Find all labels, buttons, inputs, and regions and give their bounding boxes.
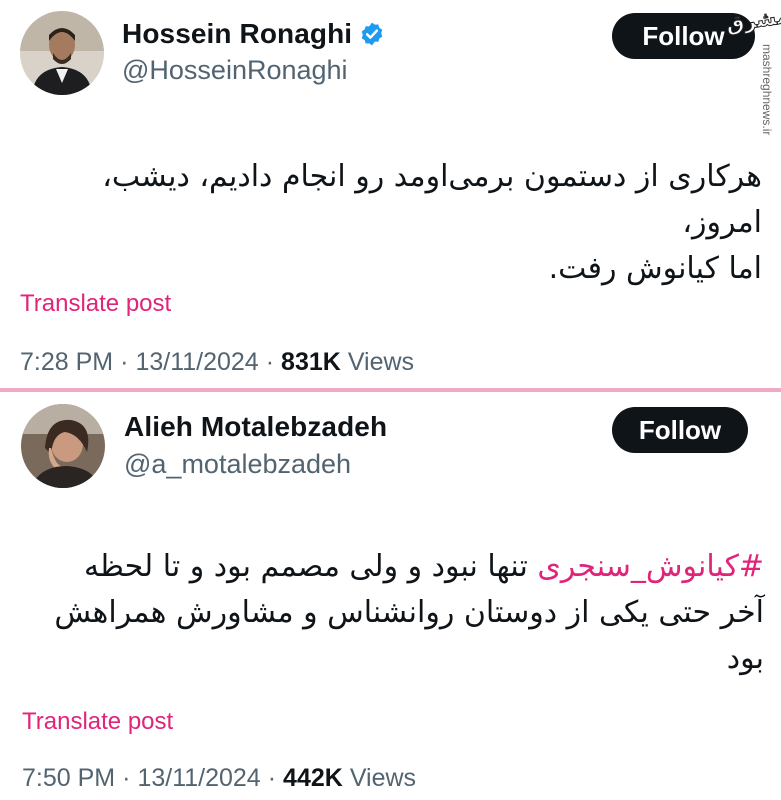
watermark-logo: مشرق	[724, 3, 781, 37]
tweet-text-line: #کیانوش_سنجری تنها نبود و ولی مصمم بود و…	[22, 544, 764, 590]
tweet-meta: 7:28 PM · 13/11/2024 · 831K Views	[20, 348, 414, 377]
meta-separator: ·	[120, 348, 129, 376]
translate-post-link[interactable]: Translate post	[20, 290, 171, 318]
tweet-text-line: هرکاری از دستمون برمی‌اومد رو انجام دادی…	[102, 159, 762, 240]
display-name[interactable]: Hossein Ronaghi	[122, 18, 352, 50]
tweet-card: Alieh Motalebzadeh @a_motalebzadeh Follo…	[0, 392, 781, 800]
tweet-meta: 7:50 PM · 13/11/2024 · 442K Views	[22, 764, 416, 793]
display-name[interactable]: Alieh Motalebzadeh	[124, 411, 387, 443]
watermark: مشرق mashreghnews.ir	[724, 3, 781, 135]
handle[interactable]: @HosseinRonaghi	[122, 55, 348, 86]
author-name-row: Alieh Motalebzadeh	[124, 411, 387, 443]
tweet-time[interactable]: 7:50 PM	[22, 764, 115, 793]
tweet-time[interactable]: 7:28 PM	[20, 348, 113, 377]
watermark-url: mashreghnews.ir	[760, 44, 774, 136]
meta-separator: ·	[265, 348, 275, 376]
verified-badge-icon	[359, 21, 385, 47]
translate-post-link[interactable]: Translate post	[22, 708, 173, 736]
tweet-date[interactable]: 13/11/2024	[135, 348, 258, 377]
views-count: 442K	[283, 764, 343, 792]
author-name-row: Hossein Ronaghi	[122, 18, 385, 50]
handle[interactable]: @a_motalebzadeh	[124, 449, 351, 480]
tweet-text-segment: تنها نبود و ولی مصمم بود و تا لحظه	[83, 549, 538, 584]
avatar[interactable]	[21, 404, 105, 488]
views-label: Views	[347, 348, 415, 376]
tweet-text-line: اما کیانوش رفت.	[548, 251, 762, 286]
tweet-date[interactable]: 13/11/2024	[137, 764, 260, 793]
tweet-card: Hossein Ronaghi @HosseinRonaghi Follow م…	[0, 0, 781, 388]
tweet-text: هرکاری از دستمون برمی‌اومد رو انجام دادی…	[20, 154, 762, 292]
tweet-text-line: بود	[726, 641, 764, 676]
avatar[interactable]	[20, 11, 104, 95]
tweet-text-line: آخر حتی یکی از دوستان روانشناس و مشاورش …	[54, 595, 764, 630]
follow-button[interactable]: Follow	[612, 407, 748, 453]
meta-separator: ·	[267, 764, 277, 792]
hashtag-link[interactable]: #کیانوش_سنجری	[537, 549, 764, 584]
tweet-text: #کیانوش_سنجری تنها نبود و ولی مصمم بود و…	[22, 544, 764, 682]
meta-separator: ·	[122, 764, 131, 792]
views-count: 831K	[281, 348, 341, 376]
views-label: Views	[349, 764, 417, 792]
